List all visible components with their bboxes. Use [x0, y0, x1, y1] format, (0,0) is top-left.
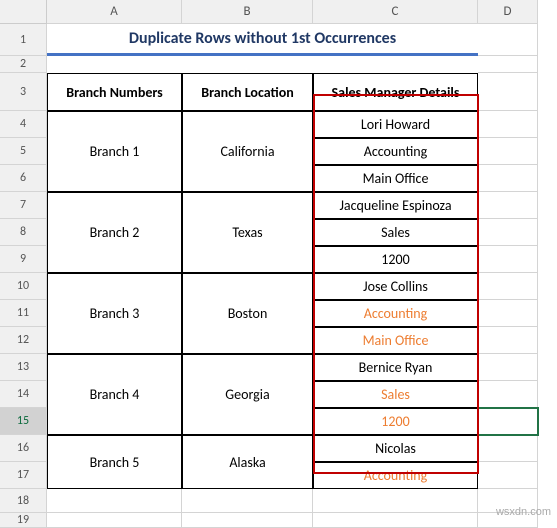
- col-header-d[interactable]: D: [478, 0, 538, 24]
- row-header-7[interactable]: 7: [0, 192, 47, 219]
- branch-num-5[interactable]: Branch 5: [47, 435, 182, 489]
- branch-loc-5[interactable]: Alaska: [182, 435, 313, 489]
- detail-row-5[interactable]: Lori Howard: [313, 111, 478, 138]
- row-header-6[interactable]: 6: [0, 165, 47, 192]
- row-header-3[interactable]: 3: [0, 73, 47, 111]
- branch-num-1[interactable]: Branch 1: [47, 111, 182, 192]
- table-header-sales-manager[interactable]: Sales Manager Details: [313, 73, 478, 111]
- row-header-13[interactable]: 13: [0, 354, 47, 381]
- row-header-10[interactable]: 10: [0, 273, 47, 300]
- select-all-corner[interactable]: [0, 0, 47, 24]
- detail-row-13[interactable]: Main Office: [313, 327, 478, 354]
- table-header-branch-location[interactable]: Branch Location: [182, 73, 313, 111]
- row-header-11[interactable]: 11: [0, 300, 47, 327]
- branch-num-2[interactable]: Branch 2: [47, 192, 182, 273]
- page-title: Duplicate Rows without 1st Occurrences: [47, 24, 478, 56]
- detail-row-17[interactable]: Nicolas: [313, 435, 478, 462]
- branch-loc-4[interactable]: Georgia: [182, 354, 313, 435]
- selected-cell-a15[interactable]: [478, 408, 538, 435]
- detail-row-14[interactable]: Bernice Ryan: [313, 354, 478, 381]
- row-header-5[interactable]: 5: [0, 138, 47, 165]
- row-header-4[interactable]: 4: [0, 111, 47, 138]
- col-header-a[interactable]: A: [47, 0, 182, 24]
- branch-num-4[interactable]: Branch 4: [47, 354, 182, 435]
- row-header-15[interactable]: 15: [0, 408, 47, 435]
- detail-row-11[interactable]: Jose Collins: [313, 273, 478, 300]
- table-header-branch-numbers[interactable]: Branch Numbers: [47, 73, 182, 111]
- detail-row-16[interactable]: 1200: [313, 408, 478, 435]
- branch-loc-1[interactable]: California: [182, 111, 313, 192]
- row-header-12[interactable]: 12: [0, 327, 47, 354]
- row-header-8[interactable]: 8: [0, 219, 47, 246]
- row-header-9[interactable]: 9: [0, 246, 47, 273]
- row-header-16[interactable]: 16: [0, 435, 47, 462]
- row-header-18[interactable]: 18: [0, 489, 47, 513]
- detail-row-6[interactable]: Accounting: [313, 138, 478, 165]
- detail-row-8[interactable]: Jacqueline Espinoza: [313, 192, 478, 219]
- branch-loc-2[interactable]: Texas: [182, 192, 313, 273]
- spreadsheet-grid: A B C D 1 2 3 4 5 6 7 8 9 10 11 12 13 14…: [0, 0, 557, 528]
- row-header-17[interactable]: 17: [0, 462, 47, 489]
- row-header-2[interactable]: 2: [0, 56, 47, 73]
- row-header-14[interactable]: 14: [0, 381, 47, 408]
- col-header-c[interactable]: C: [313, 0, 478, 24]
- row-header-1[interactable]: 1: [0, 24, 47, 56]
- detail-row-15[interactable]: Sales: [313, 381, 478, 408]
- detail-row-10[interactable]: 1200: [313, 246, 478, 273]
- detail-row-12[interactable]: Accounting: [313, 300, 478, 327]
- detail-row-7[interactable]: Main Office: [313, 165, 478, 192]
- detail-row-9[interactable]: Sales: [313, 219, 478, 246]
- row-header-19[interactable]: 19: [0, 513, 47, 528]
- col-header-b[interactable]: B: [182, 0, 313, 24]
- detail-row-18[interactable]: Accounting: [313, 462, 478, 489]
- watermark: wsxdn.com: [496, 506, 551, 518]
- branch-num-3[interactable]: Branch 3: [47, 273, 182, 354]
- branch-loc-3[interactable]: Boston: [182, 273, 313, 354]
